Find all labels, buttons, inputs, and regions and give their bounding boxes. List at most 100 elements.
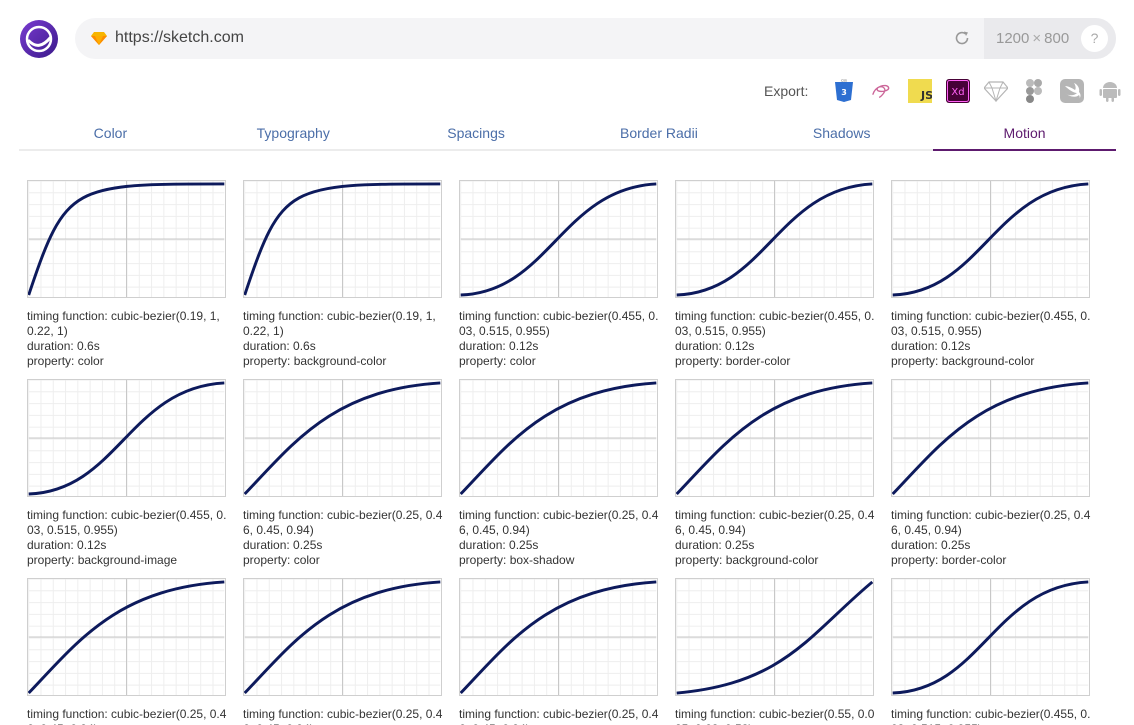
motion-card: timing function: cubic-bezier(0.455, 0.0… bbox=[675, 180, 875, 369]
motion-duration: duration: 0.25s bbox=[459, 538, 539, 552]
motion-timing: timing function: cubic-bezier(0.25, 0.46… bbox=[891, 508, 1091, 537]
xd-icon[interactable]: Xd bbox=[946, 79, 971, 103]
easing-curve-graph bbox=[243, 379, 442, 497]
motion-meta: timing function: cubic-bezier(0.25, 0.46… bbox=[675, 508, 875, 568]
motion-card: timing function: cubic-bezier(0.25, 0.46… bbox=[459, 379, 659, 568]
motion-timing: timing function: cubic-bezier(0.25, 0.46… bbox=[675, 508, 875, 537]
times-sign: × bbox=[1032, 30, 1042, 47]
motion-duration: duration: 0.25s bbox=[891, 538, 971, 552]
motion-meta: timing function: cubic-bezier(0.455, 0.0… bbox=[27, 508, 227, 568]
svg-text:3: 3 bbox=[842, 88, 848, 97]
motion-card: timing function: cubic-bezier(0.455, 0.0… bbox=[27, 379, 227, 568]
motion-meta: timing function: cubic-bezier(0.25, 0.46… bbox=[243, 508, 443, 568]
motion-card: timing function: cubic-bezier(0.19, 1, 0… bbox=[27, 180, 227, 369]
figma-icon[interactable] bbox=[1022, 79, 1046, 103]
help-button[interactable]: ? bbox=[1081, 25, 1108, 52]
motion-timing: timing function: cubic-bezier(0.455, 0.0… bbox=[459, 309, 659, 338]
motion-timing: timing function: cubic-bezier(0.19, 1, 0… bbox=[27, 309, 220, 338]
swift-icon[interactable] bbox=[1060, 79, 1085, 103]
motion-property: property: background-image bbox=[27, 553, 178, 567]
easing-curve-graph bbox=[891, 379, 1090, 497]
motion-timing: timing function: cubic-bezier(0.25, 0.46… bbox=[459, 508, 659, 537]
easing-curve-graph bbox=[459, 180, 658, 298]
motion-timing: timing function: cubic-bezier(0.455, 0.0… bbox=[891, 707, 1091, 725]
motion-card: timing function: cubic-bezier(0.25, 0.46… bbox=[27, 578, 227, 725]
svg-text:Xd: Xd bbox=[952, 87, 965, 98]
viewport-height[interactable]: 800 bbox=[1044, 30, 1069, 47]
address-bar[interactable]: https://sketch.com 1200 × 800 ? bbox=[75, 18, 1116, 59]
motion-meta: timing function: cubic-bezier(0.25, 0.46… bbox=[459, 508, 659, 568]
reload-icon[interactable] bbox=[953, 29, 971, 47]
sketch-diamond-icon bbox=[91, 30, 107, 46]
motion-meta: timing function: cubic-bezier(0.455, 0.0… bbox=[459, 309, 659, 369]
tab-typography[interactable]: Typography bbox=[202, 120, 385, 149]
tab-spacings[interactable]: Spacings bbox=[385, 120, 568, 149]
motion-card: timing function: cubic-bezier(0.455, 0.0… bbox=[891, 578, 1091, 725]
motion-meta: timing function: cubic-bezier(0.19, 1, 0… bbox=[243, 309, 443, 369]
easing-curve-graph bbox=[27, 180, 226, 298]
motion-timing: timing function: cubic-bezier(0.25, 0.46… bbox=[243, 508, 443, 537]
motion-card: timing function: cubic-bezier(0.25, 0.46… bbox=[243, 379, 443, 568]
easing-curve-graph bbox=[27, 578, 226, 696]
motion-timing: timing function: cubic-bezier(0.455, 0.0… bbox=[27, 508, 227, 537]
motion-meta: timing function: cubic-bezier(0.25, 0.46… bbox=[459, 707, 659, 725]
export-bar: Export: 3 CSS JS Xd bbox=[764, 77, 1122, 105]
motion-property: property: box-shadow bbox=[459, 553, 575, 567]
easing-curve-graph bbox=[891, 180, 1090, 298]
viewport-width[interactable]: 1200 bbox=[996, 30, 1029, 47]
sass-icon[interactable] bbox=[870, 79, 894, 103]
motion-property: property: border-color bbox=[891, 553, 1007, 567]
motion-duration: duration: 0.12s bbox=[459, 339, 539, 353]
motion-card: timing function: cubic-bezier(0.455, 0.0… bbox=[459, 180, 659, 369]
easing-curve-graph bbox=[243, 180, 442, 298]
android-icon[interactable] bbox=[1098, 79, 1122, 103]
css3-icon[interactable]: 3 CSS bbox=[832, 79, 856, 103]
category-tabs: Color Typography Spacings Border Radii S… bbox=[19, 120, 1116, 151]
motion-timing: timing function: cubic-bezier(0.55, 0.08… bbox=[675, 707, 875, 725]
motion-duration: duration: 0.25s bbox=[675, 538, 755, 552]
motion-card: timing function: cubic-bezier(0.455, 0.0… bbox=[891, 180, 1091, 369]
easing-curve-graph bbox=[675, 379, 874, 497]
motion-property: property: color bbox=[27, 354, 104, 368]
motion-card: timing function: cubic-bezier(0.25, 0.46… bbox=[459, 578, 659, 725]
motion-duration: duration: 0.12s bbox=[27, 538, 107, 552]
easing-curve-graph bbox=[459, 379, 658, 497]
motion-card: timing function: cubic-bezier(0.25, 0.46… bbox=[243, 578, 443, 725]
viewport-size: 1200 × 800 ? bbox=[984, 18, 1116, 59]
motion-property: property: color bbox=[459, 354, 536, 368]
motion-property: property: background-color bbox=[243, 354, 387, 368]
url-text[interactable]: https://sketch.com bbox=[115, 29, 244, 47]
motion-timing: timing function: cubic-bezier(0.455, 0.0… bbox=[675, 309, 875, 338]
export-label: Export: bbox=[764, 83, 809, 99]
easing-curve-graph bbox=[459, 578, 658, 696]
motion-card: timing function: cubic-bezier(0.25, 0.46… bbox=[891, 379, 1091, 568]
motion-duration: duration: 0.25s bbox=[243, 538, 323, 552]
tab-motion[interactable]: Motion bbox=[933, 120, 1116, 151]
motion-meta: timing function: cubic-bezier(0.455, 0.0… bbox=[675, 309, 875, 369]
easing-curve-graph bbox=[675, 578, 874, 696]
motion-duration: duration: 0.12s bbox=[675, 339, 755, 353]
js-icon[interactable]: JS bbox=[908, 79, 933, 103]
tab-color[interactable]: Color bbox=[19, 120, 202, 149]
motion-meta: timing function: cubic-bezier(0.455, 0.0… bbox=[891, 707, 1091, 725]
motion-card: timing function: cubic-bezier(0.19, 1, 0… bbox=[243, 180, 443, 369]
motion-card: timing function: cubic-bezier(0.55, 0.08… bbox=[675, 578, 875, 725]
easing-curve-graph bbox=[675, 180, 874, 298]
sketch-icon[interactable] bbox=[984, 79, 1009, 103]
motion-duration: duration: 0.12s bbox=[891, 339, 971, 353]
app-logo-icon[interactable] bbox=[19, 19, 59, 59]
motion-meta: timing function: cubic-bezier(0.25, 0.46… bbox=[27, 707, 227, 725]
motion-timing: timing function: cubic-bezier(0.25, 0.46… bbox=[243, 707, 443, 725]
svg-text:JS: JS bbox=[920, 89, 932, 102]
motion-property: property: background-color bbox=[891, 354, 1035, 368]
svg-text:CSS: CSS bbox=[841, 79, 847, 83]
motion-card: timing function: cubic-bezier(0.25, 0.46… bbox=[675, 379, 875, 568]
motion-timing: timing function: cubic-bezier(0.19, 1, 0… bbox=[243, 309, 436, 338]
motion-property: property: background-color bbox=[675, 553, 819, 567]
tab-shadows[interactable]: Shadows bbox=[750, 120, 933, 149]
motion-meta: timing function: cubic-bezier(0.455, 0.0… bbox=[891, 309, 1091, 369]
motion-property: property: color bbox=[243, 553, 320, 567]
tab-border-radii[interactable]: Border Radii bbox=[567, 120, 750, 149]
motion-duration: duration: 0.6s bbox=[243, 339, 316, 353]
motion-duration: duration: 0.6s bbox=[27, 339, 100, 353]
